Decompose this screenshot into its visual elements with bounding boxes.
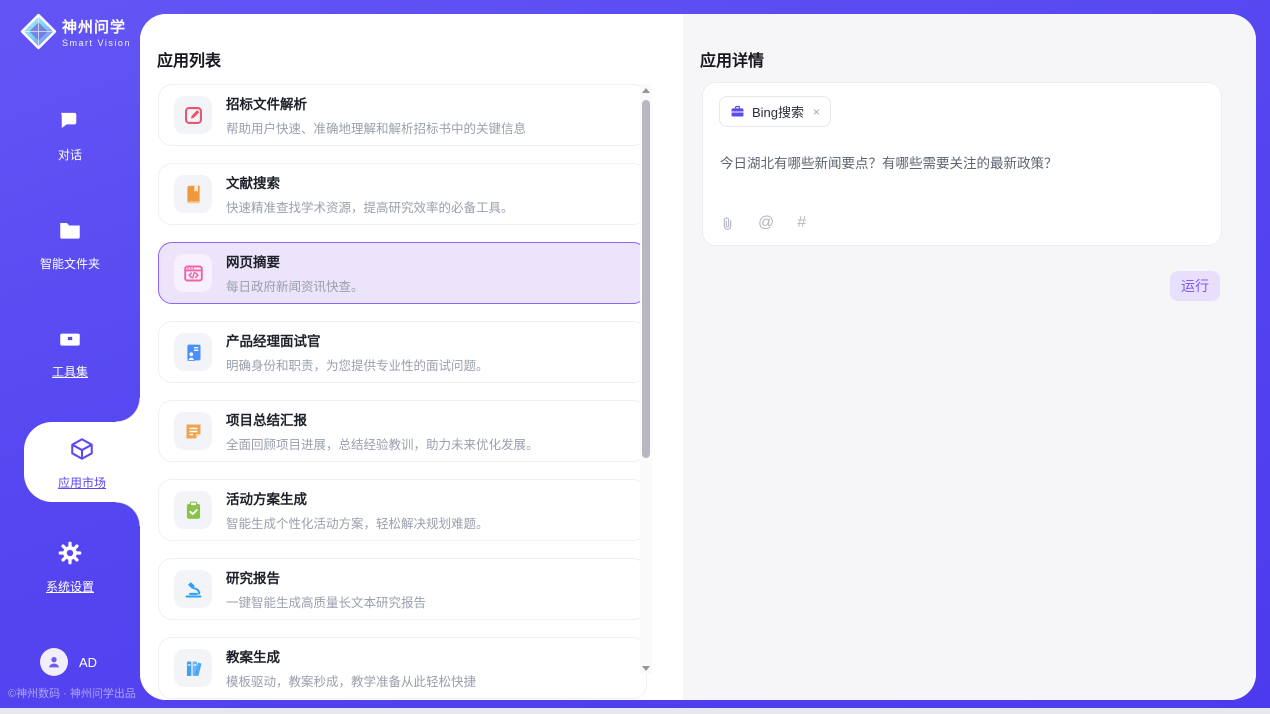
user-icon xyxy=(46,654,62,670)
sidebar-item-chat[interactable]: 对话 xyxy=(0,108,140,163)
app-card[interactable]: 网页摘要 每日政府新闻资讯快查。 xyxy=(158,242,647,304)
app-description: 一键智能生成高质量长文本研究报告 xyxy=(226,592,426,611)
app-description: 明确身份和职责，为您提供专业性的面试问题。 xyxy=(226,355,489,374)
app-card[interactable]: 招标文件解析 帮助用户快速、准确地理解和解析招标书中的关键信息 xyxy=(158,84,647,146)
gem-logo-icon xyxy=(20,13,57,50)
app-card[interactable]: 活动方案生成 智能生成个性化活动方案，轻松解决规划难题。 xyxy=(158,479,647,541)
app-icon-tile xyxy=(174,570,212,608)
app-icon-tile xyxy=(174,649,212,687)
app-description: 快速精准查找学术资源，提高研究效率的必备工具。 xyxy=(226,197,514,216)
sidebar-item-label: 对话 xyxy=(0,146,140,163)
chat-icon xyxy=(57,108,83,134)
app-icon-tile xyxy=(174,333,212,371)
scroll-down-icon[interactable] xyxy=(640,662,652,674)
app-title: 教案生成 xyxy=(226,646,476,666)
scroll-up-icon[interactable] xyxy=(640,84,652,96)
toolbox-icon xyxy=(57,325,83,351)
paperclip-icon[interactable] xyxy=(720,215,735,232)
sidebar-item-label: 智能文件夹 xyxy=(0,255,140,272)
cube-icon xyxy=(69,436,95,462)
copyright-text: ©神州数码 · 神州问学出品 xyxy=(8,685,140,701)
run-button[interactable]: 运行 xyxy=(1170,271,1220,301)
user-name: AD xyxy=(79,655,97,670)
app-detail-title: 应用详情 xyxy=(700,47,764,71)
sidebar-item-cube[interactable]: 应用市场 xyxy=(24,422,140,502)
sidebar-item-label: 工具集 xyxy=(0,363,140,380)
app-icon-tile xyxy=(174,96,212,134)
sidebar-item-toolbox[interactable]: 工具集 xyxy=(0,325,140,380)
app-description: 每日政府新闻资讯快查。 xyxy=(226,276,364,295)
scrollbar[interactable] xyxy=(640,84,652,674)
sidebar-item-folder[interactable]: 智能文件夹 xyxy=(0,217,140,272)
app-title: 产品经理面试官 xyxy=(226,330,489,350)
book-icon xyxy=(183,184,204,205)
gear-icon xyxy=(57,540,83,566)
user-row[interactable]: AD xyxy=(40,648,97,676)
tool-chip-bing-search[interactable]: Bing搜索 × xyxy=(719,96,831,127)
main-content: 应用列表 招标文件解析 帮助用户快速、准确地理解和解析招标书中的关键信息 文献搜… xyxy=(140,14,1256,700)
clipboard-check-icon xyxy=(183,500,204,521)
microscope-icon xyxy=(183,579,204,600)
app-title: 活动方案生成 xyxy=(226,488,489,508)
scrollbar-thumb[interactable] xyxy=(642,100,650,458)
edit-doc-icon xyxy=(183,105,204,126)
chip-close-icon[interactable]: × xyxy=(813,105,820,119)
app-description: 全面回顾项目进展，总结经验教训，助力未来优化发展。 xyxy=(226,434,539,453)
app-description: 帮助用户快速、准确地理解和解析招标书中的关键信息 xyxy=(226,118,526,137)
hash-icon[interactable]: # xyxy=(797,214,806,232)
app-card[interactable]: 教案生成 模板驱动，教案秒成，教学准备从此轻松快捷 xyxy=(158,637,647,699)
app-card-list: 招标文件解析 帮助用户快速、准确地理解和解析招标书中的关键信息 文献搜索 快速精… xyxy=(158,84,647,700)
app-icon-tile xyxy=(174,412,212,450)
briefcase-icon xyxy=(730,104,745,119)
interview-icon xyxy=(183,342,204,363)
avatar[interactable] xyxy=(40,648,68,676)
folder-icon xyxy=(57,217,83,243)
app-title: 招标文件解析 xyxy=(226,93,526,113)
app-card[interactable]: 产品经理面试官 明确身份和职责，为您提供专业性的面试问题。 xyxy=(158,321,647,383)
app-card[interactable]: 文献搜索 快速精准查找学术资源，提高研究效率的必备工具。 xyxy=(158,163,647,225)
sidebar-item-label: 应用市场 xyxy=(24,474,140,491)
app-window: 神州问学 Smart Vision 对话 智能文件夹 工具集 应用市场 系统设置… xyxy=(0,0,1270,708)
app-description: 模板驱动，教案秒成，教学准备从此轻松快捷 xyxy=(226,671,476,690)
app-description: 智能生成个性化活动方案，轻松解决规划难题。 xyxy=(226,513,489,532)
app-title: 网页摘要 xyxy=(226,251,364,271)
brand-logo: 神州问学 Smart Vision xyxy=(20,13,131,50)
note-icon xyxy=(183,421,204,442)
app-list-title: 应用列表 xyxy=(157,47,221,71)
brand-subtitle: Smart Vision xyxy=(62,38,131,48)
browser-code-icon xyxy=(183,263,204,284)
brand-name: 神州问学 xyxy=(62,16,131,37)
app-card[interactable]: 研究报告 一键智能生成高质量长文本研究报告 xyxy=(158,558,647,620)
sidebar-item-label: 系统设置 xyxy=(0,578,140,595)
app-icon-tile xyxy=(174,175,212,213)
app-card[interactable]: 项目总结汇报 全面回顾项目进展，总结经验教训，助力未来优化发展。 xyxy=(158,400,647,462)
books-icon xyxy=(183,658,204,679)
mention-icon[interactable]: @ xyxy=(758,214,774,232)
app-detail-panel: 应用详情 Bing搜索 × 今日湖北有哪些新闻要点？有哪些需要关注的最新政策？ … xyxy=(683,14,1256,700)
app-list-panel: 应用列表 招标文件解析 帮助用户快速、准确地理解和解析招标书中的关键信息 文献搜… xyxy=(140,14,683,700)
app-title: 研究报告 xyxy=(226,567,426,587)
question-text[interactable]: 今日湖北有哪些新闻要点？有哪些需要关注的最新政策？ xyxy=(720,152,1200,172)
sidebar: 神州问学 Smart Vision 对话 智能文件夹 工具集 应用市场 系统设置… xyxy=(0,0,140,708)
tool-chip-label: Bing搜索 xyxy=(752,102,804,121)
app-icon-tile xyxy=(174,491,212,529)
sidebar-item-gear[interactable]: 系统设置 xyxy=(0,540,140,595)
question-input-card[interactable]: Bing搜索 × 今日湖北有哪些新闻要点？有哪些需要关注的最新政策？ @ # xyxy=(702,82,1222,246)
app-title: 项目总结汇报 xyxy=(226,409,539,429)
app-icon-tile xyxy=(174,254,212,292)
app-title: 文献搜索 xyxy=(226,172,514,192)
